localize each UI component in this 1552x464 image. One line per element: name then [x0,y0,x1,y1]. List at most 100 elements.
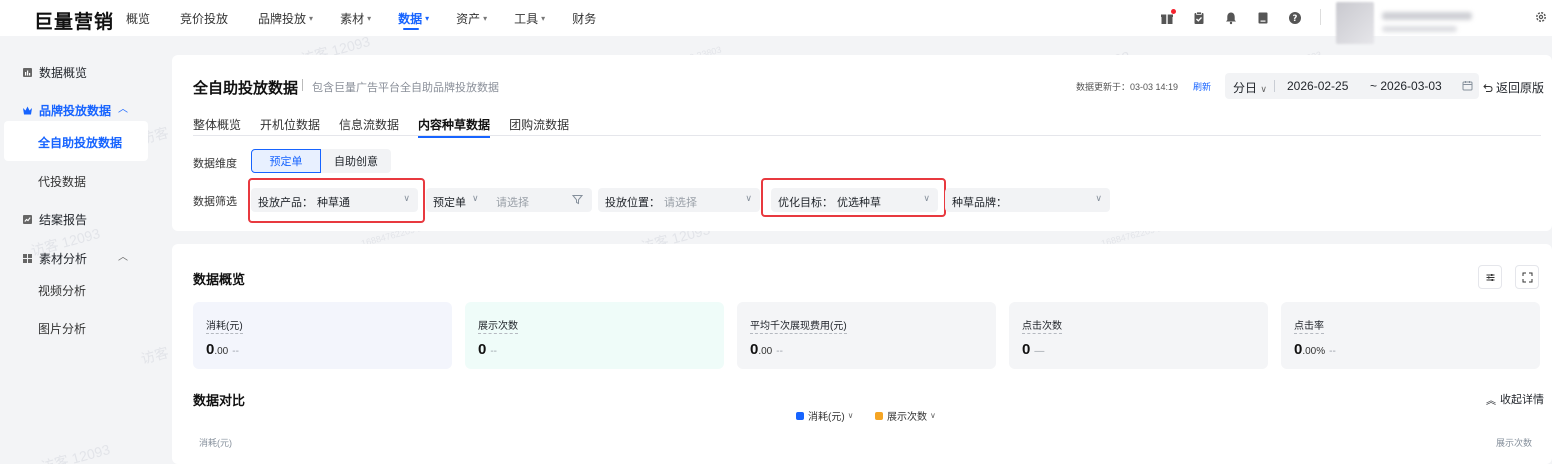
metric-value: 0.00 -- [206,341,239,358]
legend-item-spend[interactable]: 消耗(元) ∨ [796,408,854,423]
y-axis-right-label: 展示次数 [1496,438,1533,448]
sidebar-item-final-report[interactable]: 结案报告 [22,211,87,228]
page-title: 全自助投放数据 [193,80,299,97]
chevron-down-icon: ∨ [1260,84,1267,94]
metric-label: 点击次数 [1022,317,1062,334]
sidebar-item-self-service-data[interactable]: 全自助投放数据 [38,134,122,151]
legend-item-impressions[interactable]: 展示次数 ∨ [875,408,936,423]
customize-metrics-button[interactable] [1478,265,1502,289]
double-chevron-up-icon: ︽ [1486,395,1496,407]
app-logo: 巨量营销 [34,12,115,33]
metric-value: 0 -- [478,341,498,358]
return-icon [1483,83,1493,92]
dimension-option-creative[interactable]: 自助创意 [321,149,391,173]
position-select[interactable]: 投放位置： 请选择 ∨ [598,188,760,212]
help-icon[interactable]: ? [1288,11,1302,25]
top-icon-bar: ? [1142,0,1302,36]
chevron-down-icon: ∨ [745,193,752,203]
metric-card-spend[interactable]: 消耗(元) 0.00 -- [193,302,452,369]
metric-label: 消耗(元) [206,317,243,334]
granularity-separator [1274,80,1275,92]
tab-splash-data[interactable]: 开机位数据 [260,116,320,136]
chevron-down-icon: ∨ [403,193,410,203]
tab-overall-overview[interactable]: 整体概览 [193,116,241,136]
nav-item-material[interactable]: 素材 ▾ [340,0,371,36]
overview-title: 数据概览 [193,272,246,287]
compare-title: 数据对比 [193,393,246,408]
refresh-link[interactable]: 刷新 [1193,80,1211,93]
tab-groupbuy-data[interactable]: 团购流数据 [509,116,569,136]
sidebar-item-agency-data[interactable]: 代投数据 [38,173,86,190]
date-start[interactable]: 2026-02-25 [1287,79,1348,93]
granularity-select[interactable]: 分日 ∨ [1233,79,1267,96]
account-id-blurred [1382,26,1457,32]
sidebar-item-brand-data[interactable]: 品牌投放数据 [22,102,111,119]
sliders-icon [1486,273,1494,281]
dimension-option-order[interactable]: 预定单 [251,149,321,173]
calendar-icon[interactable] [1462,80,1473,91]
metric-card-clicks[interactable]: 点击次数 0— [1009,302,1268,369]
account-name-blurred[interactable] [1382,12,1472,20]
nav-item-overview[interactable]: 概览 [126,0,153,36]
chevron-down-icon: ∨ [930,411,936,420]
goal-select[interactable]: 优化目标： 优选种草 ∨ [771,188,938,212]
sidebar-material-chevron-up-icon[interactable]: ︿ [118,248,128,263]
chevron-down-icon: ∨ [923,193,930,203]
nav-item-brand[interactable]: 品牌投放 ▾ [258,0,313,36]
collapse-details-button[interactable]: ︽ 收起详情 [1486,391,1544,407]
dimension-label: 数据维度 [193,158,237,170]
page-subtitle: 包含巨量广告平台全自助品牌投放数据 [312,82,499,94]
fullscreen-button[interactable] [1515,265,1539,289]
brand-select[interactable]: 种草品牌： ∨ [945,188,1110,212]
metric-label: 平均千次展现费用(元) [750,317,847,334]
sidebar-item-material-analysis[interactable]: 素材分析 [22,250,87,267]
tab-feed-data[interactable]: 信息流数据 [339,116,399,136]
nav-menu: 概览 竞价投放 品牌投放 ▾ 素材 ▾ 数据 ▾ 资产 ▾ 工具 ▾ 财务 [126,0,626,36]
product-select[interactable]: 投放产品： 种草通 ∨ [251,188,418,212]
metric-card-cpm[interactable]: 平均千次展现费用(元) 0.00 -- [737,302,996,369]
nav-item-data[interactable]: 数据 ▾ [398,0,429,36]
chevron-down-icon: ∨ [847,411,854,420]
metric-card-impressions[interactable]: 展示次数 0 -- [465,302,724,369]
gift-icon[interactable] [1160,9,1176,25]
notification-dot [1171,9,1176,14]
back-to-original-button[interactable]: 返回原版 [1483,79,1544,96]
svg-text:?: ? [1293,14,1298,24]
sidebar-item-data-overview[interactable]: 数据概览 [22,64,87,81]
chevron-down-icon: ∨ [1095,193,1102,203]
fullscreen-icon [1522,272,1532,282]
crown-icon [23,106,32,115]
report-icon [23,215,32,224]
sidebar-brand-chevron-up-icon[interactable]: ︿ [118,100,128,115]
sidebar-item-video-analysis[interactable]: 视频分析 [38,282,86,299]
metric-value: 0.00% -- [1294,341,1336,358]
data-tabs: 整体概览 开机位数据 信息流数据 内容种草数据 团购流数据 [193,116,588,138]
bell-icon[interactable] [1224,11,1238,25]
title-separator [302,79,303,91]
document-icon[interactable] [1256,11,1270,25]
nav-item-finance[interactable]: 财务 [572,0,599,36]
filter-label: 数据筛选 [193,196,237,208]
avatar[interactable] [1336,2,1374,44]
order-select[interactable]: 预定单 ∨ 请选择 [426,188,592,212]
grid-icon [23,254,32,263]
top-navigation: 巨量营销 概览 竞价投放 品牌投放 ▾ 素材 ▾ 数据 ▾ 资产 ▾ 工具 ▾ 财务 ? [0,0,1552,44]
update-time-label: 数据更新于：03-03 14:19 [1076,82,1179,92]
metric-value: 0.00 -- [750,341,783,358]
filter-icon [572,195,583,205]
legend-swatch [796,411,804,420]
settings-icon[interactable] [1534,10,1548,24]
nav-item-tools[interactable]: 工具 ▾ [514,0,545,36]
nav-item-bidding[interactable]: 竞价投放 [180,0,231,36]
date-end[interactable]: ~ 2026-03-03 [1370,79,1442,93]
y-axis-left-label: 消耗(元) [199,438,232,448]
metric-label: 展示次数 [478,317,518,334]
chevron-down-icon: ∨ [472,193,479,203]
metric-card-ctr[interactable]: 点击率 0.00% -- [1281,302,1540,369]
nav-item-assets[interactable]: 资产 ▾ [456,0,487,36]
nav-divider [1320,9,1321,25]
clipboard-icon[interactable] [1192,11,1206,25]
tab-content-seeding-data[interactable]: 内容种草数据 [418,116,491,138]
tabs-divider [193,135,1541,136]
sidebar-item-image-analysis[interactable]: 图片分析 [38,320,86,337]
